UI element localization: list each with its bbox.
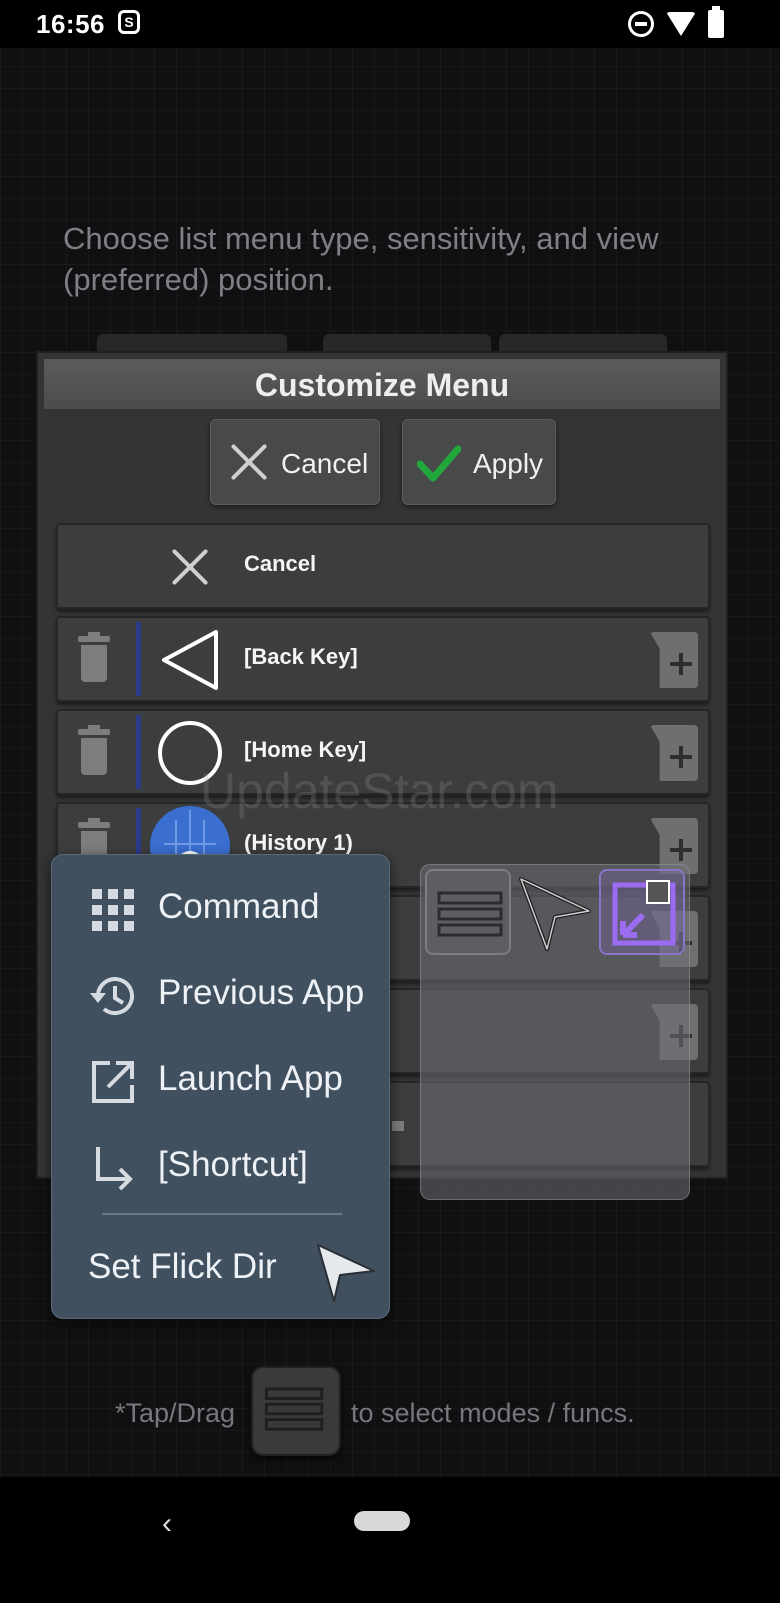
picture-in-picture-icon bbox=[612, 880, 676, 946]
cancel-button[interactable]: Cancel bbox=[210, 419, 380, 505]
menu-item-label: Command bbox=[158, 887, 320, 926]
window-mode-button[interactable] bbox=[599, 869, 685, 955]
menu-row-cancel[interactable]: Cancel bbox=[56, 523, 710, 609]
close-icon bbox=[170, 547, 214, 591]
list-icon bbox=[264, 1387, 324, 1431]
notification-s-icon: S bbox=[118, 10, 140, 34]
do-not-disturb-icon bbox=[628, 11, 654, 37]
minus-icon bbox=[392, 1121, 404, 1131]
add-icon[interactable] bbox=[650, 725, 698, 781]
home-pill[interactable] bbox=[354, 1511, 410, 1531]
back-icon[interactable]: ‹ bbox=[162, 1507, 172, 1541]
wifi-icon bbox=[666, 12, 696, 36]
shortcut-arrow-icon bbox=[96, 1147, 133, 1191]
close-icon bbox=[229, 442, 269, 482]
grid-icon bbox=[92, 889, 134, 931]
drag-handle[interactable] bbox=[136, 622, 141, 696]
list-icon bbox=[437, 891, 503, 937]
dialog-title: Customize Menu bbox=[44, 359, 720, 409]
add-icon[interactable] bbox=[650, 632, 698, 688]
cancel-button-label: Cancel bbox=[281, 448, 369, 479]
watermark: UpdateStar.com bbox=[200, 763, 559, 819]
menu-item-command[interactable]: Command bbox=[52, 869, 389, 949]
trash-icon[interactable] bbox=[78, 725, 110, 777]
row-label: [Back Key] bbox=[244, 644, 358, 669]
function-popup-menu: Command Previous App Launch App [Shortcu… bbox=[51, 854, 390, 1319]
menu-item-previous-app[interactable]: Previous App bbox=[52, 955, 389, 1035]
flick-direction-icon[interactable] bbox=[314, 1239, 378, 1305]
hint-text-before: *Tap/Drag bbox=[115, 1398, 236, 1428]
menu-item-launch-app[interactable]: Launch App bbox=[52, 1041, 389, 1121]
set-flick-dir-label: Set Flick Dir bbox=[88, 1247, 277, 1286]
check-icon bbox=[417, 445, 461, 482]
hint-text-after: to select modes / funcs. bbox=[351, 1398, 635, 1428]
apply-button-label: Apply bbox=[473, 448, 544, 479]
menu-row-back-key[interactable]: [Back Key] bbox=[56, 616, 710, 702]
row-label: (History 1) bbox=[244, 830, 353, 855]
status-bar: 16:56 S bbox=[0, 0, 780, 48]
drag-handle[interactable] bbox=[136, 715, 141, 789]
row-label: Cancel bbox=[244, 551, 317, 576]
mode-selector-panel bbox=[420, 864, 690, 1200]
launch-icon bbox=[92, 1061, 134, 1103]
battery-icon bbox=[708, 6, 724, 38]
cursor-arrow-icon bbox=[519, 877, 591, 951]
row-label: [Home Key] bbox=[244, 737, 367, 762]
instruction-text: Choose list menu type, sensitivity, and … bbox=[63, 221, 659, 297]
pointer-mode-button[interactable] bbox=[513, 869, 599, 955]
menu-item-label: [Shortcut] bbox=[158, 1145, 308, 1184]
status-time: 16:56 bbox=[36, 9, 105, 39]
back-triangle-icon bbox=[162, 630, 218, 690]
list-mode-button[interactable] bbox=[425, 869, 511, 955]
menu-item-label: Launch App bbox=[158, 1059, 343, 1098]
apply-button[interactable]: Apply bbox=[402, 419, 556, 505]
menu-item-shortcut[interactable]: [Shortcut] bbox=[52, 1127, 389, 1207]
history-icon bbox=[90, 977, 134, 1015]
menu-item-label: Previous App bbox=[158, 973, 365, 1012]
mode-menu-button[interactable] bbox=[251, 1366, 341, 1456]
navigation-bar bbox=[0, 1477, 780, 1603]
menu-divider bbox=[102, 1213, 342, 1215]
trash-icon[interactable] bbox=[78, 632, 110, 684]
